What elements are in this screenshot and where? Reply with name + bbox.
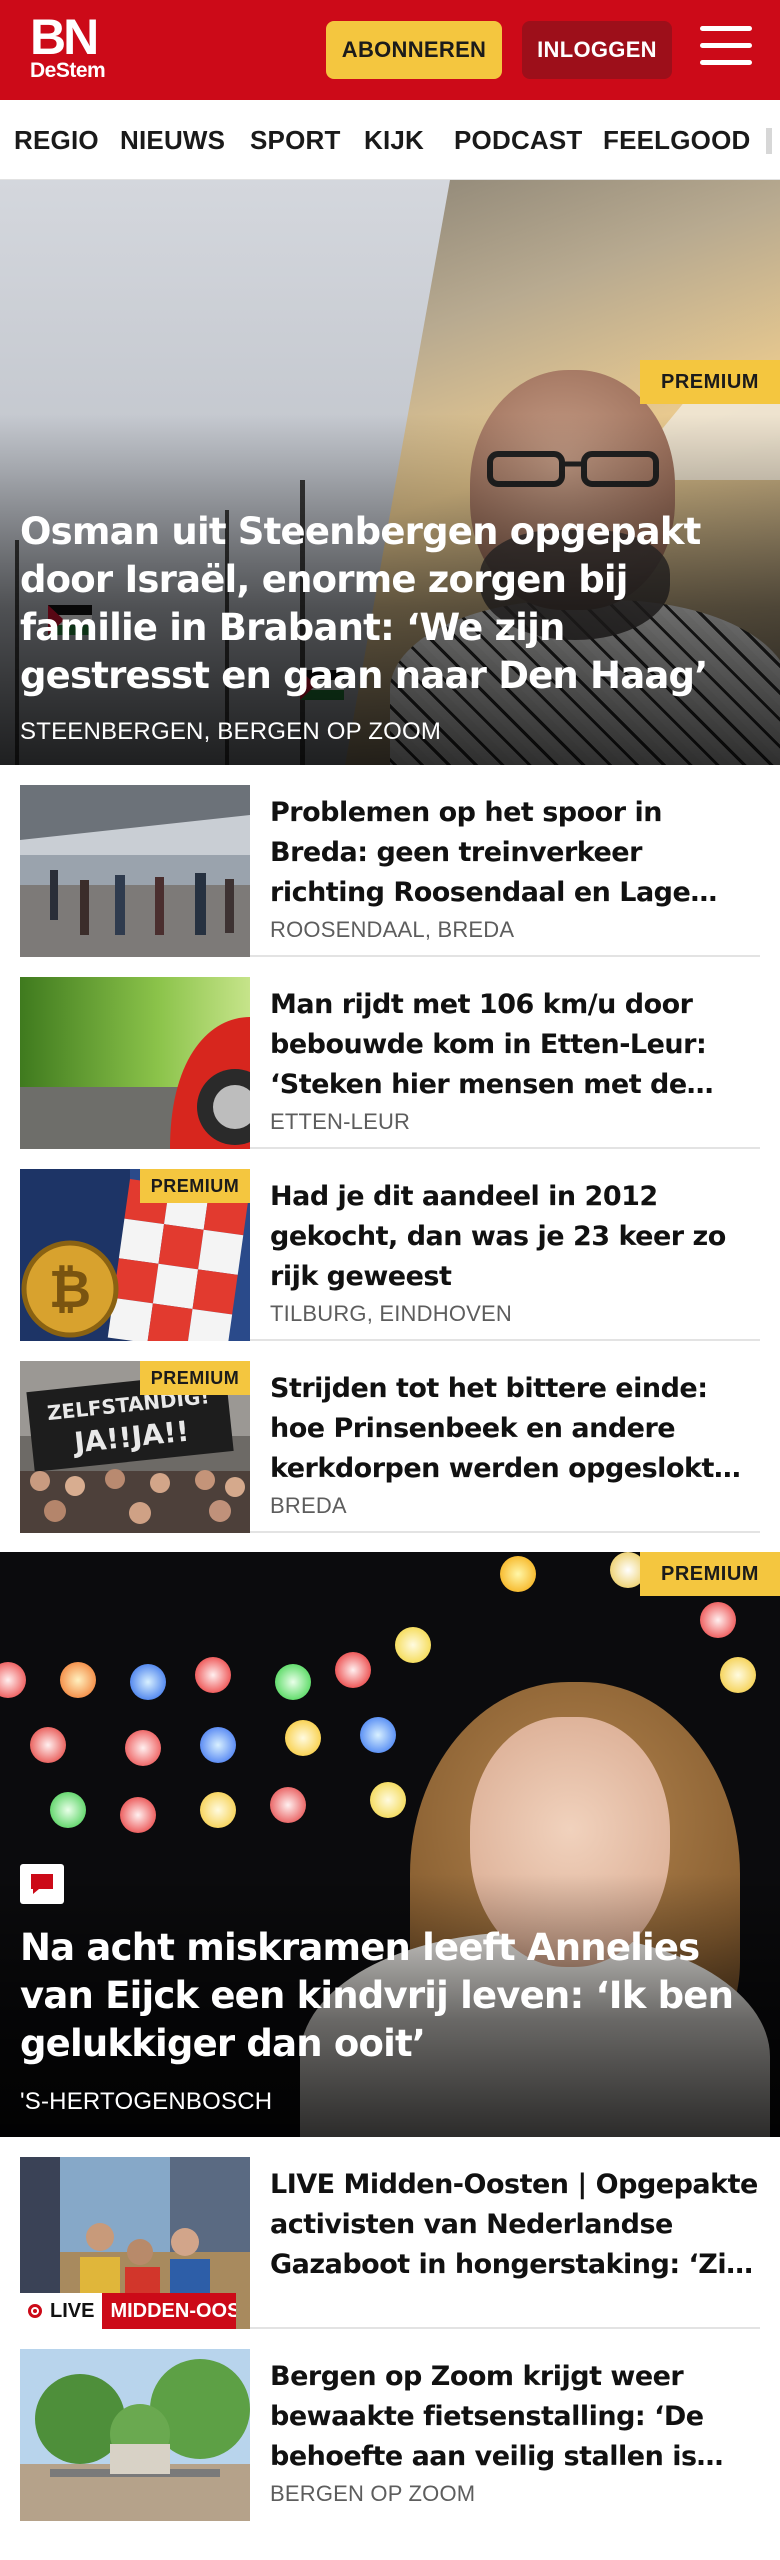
article-title[interactable]: Had je dit aandeel in 2012 gekocht, dan … (270, 1177, 760, 1297)
logo-sub: DeStem (30, 59, 106, 82)
premium-badge: PREMIUM (640, 360, 780, 404)
nav-item-kijk[interactable]: KIJK (364, 100, 424, 179)
list-item[interactable]: Bergen op Zoom krijgt weer bewaakte fiet… (20, 2329, 760, 2521)
article-title[interactable]: Problemen op het spoor in Breda: geen tr… (270, 793, 760, 913)
article-location: TILBURG, EINDHOVEN (270, 1301, 512, 1326)
list-item[interactable]: Problemen op het spoor in Breda: geen tr… (20, 765, 760, 957)
hero-title[interactable]: Na acht miskramen leeft Annelies van Eij… (20, 1924, 760, 2068)
nav-item-nieuws[interactable]: NIEUWS (120, 100, 225, 179)
article-location: ETTEN-LEUR (270, 1109, 411, 1134)
hero-location: STEENBERGEN, BERGEN OP ZOOM (20, 718, 442, 745)
nav-item-feelgood[interactable]: FEELGOOD (603, 100, 751, 179)
list-item[interactable]: LIVE MIDDEN-OOSTEN LIVE Midden-Oosten | … (20, 2137, 760, 2329)
premium-badge: PREMIUM (140, 1169, 250, 1203)
live-label: LIVE (50, 2299, 95, 2322)
article-thumbnail (20, 2349, 250, 2521)
logo-main: BN (30, 9, 99, 65)
article-title[interactable]: Strijden tot het bittere einde: hoe Prin… (270, 1369, 760, 1489)
list-item[interactable]: ₿ PREMIUM Had je dit aandeel in 2012 gek… (20, 1149, 760, 1341)
article-thumbnail: ₿ PREMIUM (20, 1169, 250, 1341)
article-location: ROOSENDAAL, BREDA (270, 917, 515, 942)
live-dot-icon (28, 2304, 42, 2318)
nav-item-regio[interactable]: REGIO (14, 100, 99, 179)
article-location: BREDA (270, 1493, 347, 1518)
article-thumbnail (20, 785, 250, 957)
hero-article-1[interactable]: PREMIUM Osman uit Steenbergen opgepakt d… (0, 180, 780, 765)
article-thumbnail: LIVE MIDDEN-OOSTEN (20, 2157, 250, 2329)
login-button[interactable]: INLOGGEN (522, 21, 672, 79)
nav-item-podcast[interactable]: PODCAST (454, 100, 583, 179)
subscribe-button[interactable]: ABONNEREN (326, 21, 502, 79)
list-item[interactable]: ZELFSTANDIG! JA!!JA!! PREMIUM Strijden t… (20, 1341, 760, 1533)
nav-overflow-indicator (766, 128, 772, 154)
hero-article-2[interactable]: PREMIUM Na acht miskramen leeft Annelies… (0, 1552, 780, 2137)
article-title[interactable]: Bergen op Zoom krijgt weer bewaakte fiet… (270, 2357, 760, 2477)
premium-badge: PREMIUM (640, 1552, 780, 1596)
nav-item-sport[interactable]: SPORT (250, 100, 341, 179)
svg-text:₿: ₿ (49, 1260, 91, 1320)
premium-badge: PREMIUM (140, 1361, 250, 1395)
article-thumbnail (20, 977, 250, 1149)
article-title[interactable]: Man rijdt met 106 km/u door bebouwde kom… (270, 985, 760, 1105)
hero-title[interactable]: Osman uit Steenbergen opgepakt door Isra… (20, 508, 760, 700)
live-badge: LIVE MIDDEN-OOSTEN (20, 2293, 237, 2329)
list-item[interactable]: Man rijdt met 106 km/u door bebouwde kom… (20, 957, 760, 1149)
menu-icon[interactable] (700, 26, 752, 70)
site-header: BN DeStem ABONNEREN INLOGGEN (0, 0, 780, 100)
section-nav: REGIO NIEUWS SPORT KIJK PODCAST FEELGOOD (0, 100, 780, 180)
live-category: MIDDEN-OOSTEN (102, 2293, 237, 2329)
article-location: BERGEN OP ZOOM (270, 2481, 476, 2506)
article-title[interactable]: LIVE Midden-Oosten | Opgepakte activiste… (270, 2165, 760, 2285)
comment-icon (20, 1864, 64, 1904)
site-logo[interactable]: BN DeStem (30, 9, 110, 82)
article-thumbnail: ZELFSTANDIG! JA!!JA!! PREMIUM (20, 1361, 250, 1533)
hero-location: 'S-HERTOGENBOSCH (20, 2088, 273, 2115)
